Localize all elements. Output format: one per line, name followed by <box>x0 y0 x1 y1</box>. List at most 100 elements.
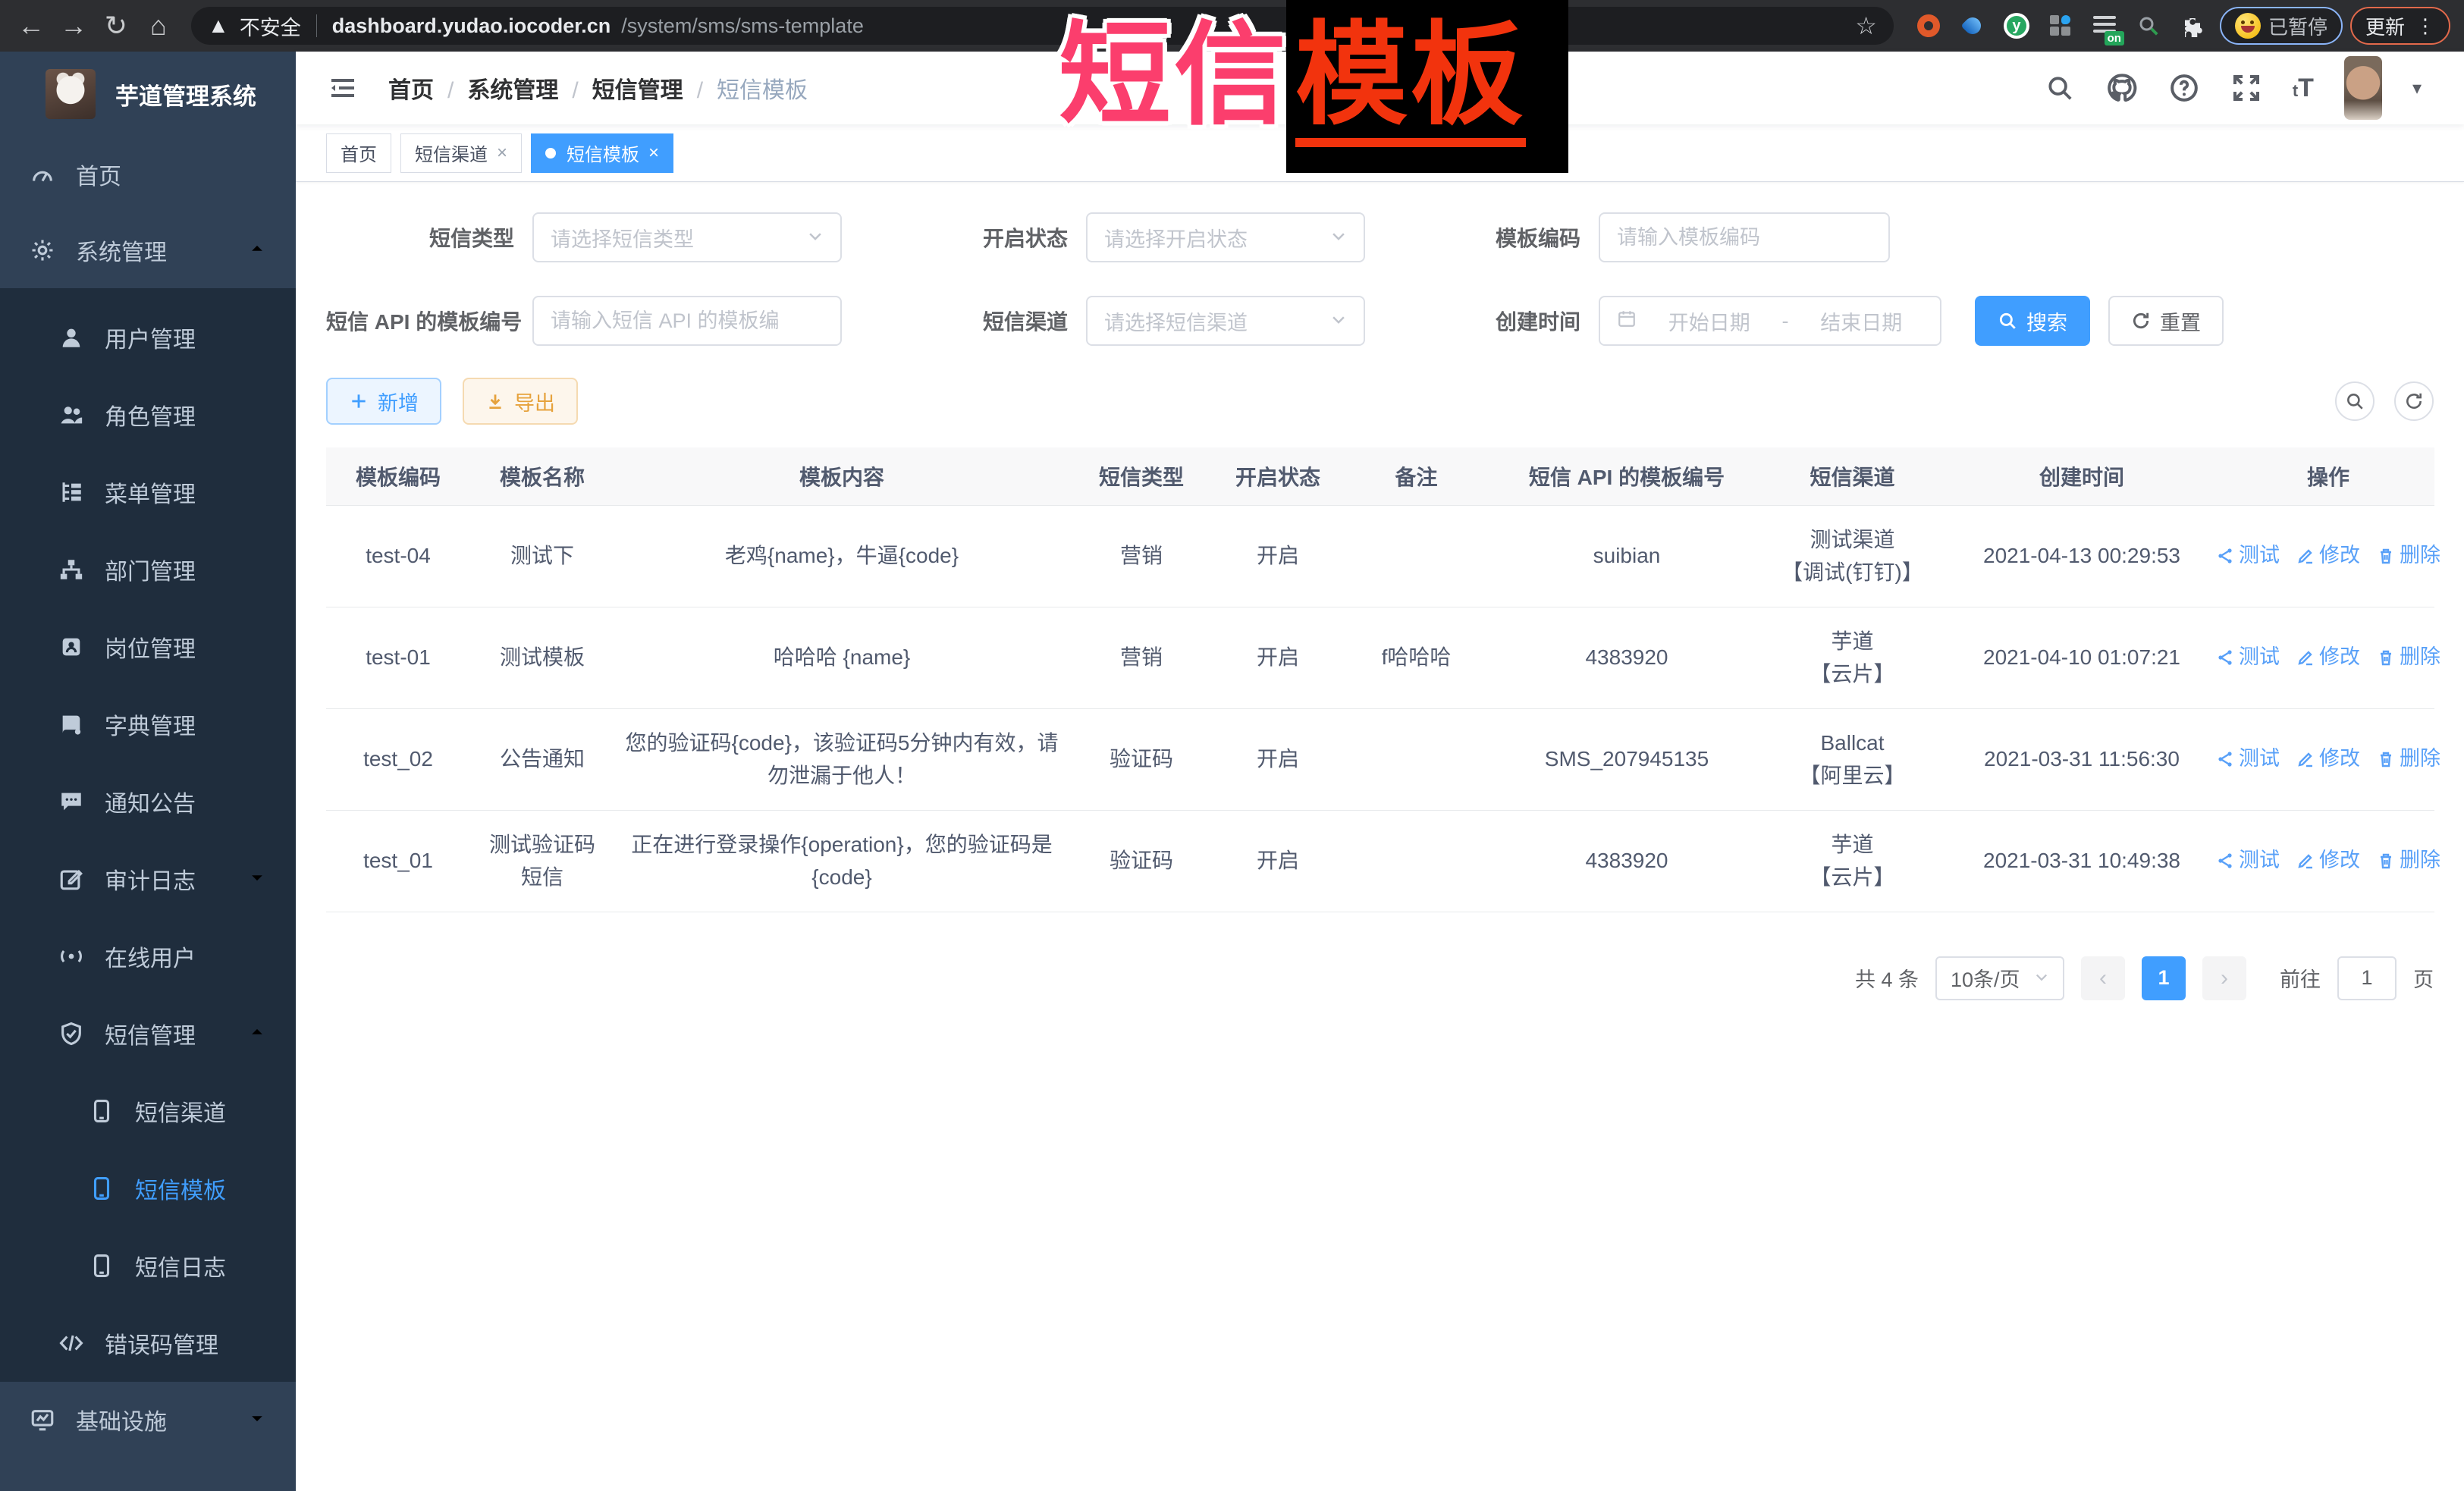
search-button[interactable]: 搜索 <box>1975 296 2090 346</box>
url-bar[interactable]: ▲ 不安全 dashboard.yudao.iocoder.cn /system… <box>191 7 1894 45</box>
delete-link[interactable]: 删除 <box>2377 743 2440 775</box>
browser-menu-icon[interactable]: ⋮ <box>2415 14 2435 38</box>
sidebar-item-notice[interactable]: 通知公告 <box>0 763 296 840</box>
avatar-caret-icon[interactable]: ▾ <box>2412 77 2422 99</box>
sidebar-item-menu-mgmt[interactable]: 菜单管理 <box>0 454 296 531</box>
search-icon[interactable] <box>2044 72 2076 104</box>
goto-page-input[interactable] <box>2337 956 2397 1000</box>
tag-sms-template[interactable]: 短信模板 × <box>531 133 673 173</box>
back-icon[interactable]: ← <box>14 8 49 43</box>
shield-check-icon <box>58 1020 85 1047</box>
api-template-id-input[interactable] <box>532 296 842 346</box>
table-row: test_02 公告通知 您的验证码{code}，该验证码5分钟内有效，请勿泄漏… <box>326 708 2434 810</box>
prev-page-button[interactable]: ‹ <box>2081 956 2125 1000</box>
breadcrumb: 首页 系统管理 短信管理 短信模板 <box>388 71 808 105</box>
start-date-placeholder: 开始日期 <box>1647 306 1772 336</box>
test-link[interactable]: 测试 <box>2216 540 2280 572</box>
system-submenu: 用户管理 角色管理 菜单管理 <box>0 288 296 1382</box>
delete-link[interactable]: 删除 <box>2377 845 2440 877</box>
edit-link[interactable]: 修改 <box>2296 845 2360 877</box>
sidebar-item-dict-mgmt[interactable]: 字典管理 <box>0 686 296 763</box>
sidebar-item-infra[interactable]: 基础设施 <box>0 1382 296 1458</box>
chevron-down-icon <box>1330 309 1347 333</box>
sidebar-item-audit-log[interactable]: 审计日志 <box>0 840 296 918</box>
edit-link[interactable]: 修改 <box>2296 540 2360 572</box>
forward-icon[interactable]: → <box>56 8 91 43</box>
page-size-select[interactable]: 10条/页 <box>1935 956 2064 1000</box>
channel-select[interactable]: 请选择短信渠道 <box>1086 296 1365 346</box>
monitor-icon <box>29 1406 56 1433</box>
extension-list-icon[interactable]: on <box>2091 12 2118 39</box>
breadcrumb-system[interactable]: 系统管理 <box>447 71 558 105</box>
sidebar-item-user-mgmt[interactable]: 用户管理 <box>0 299 296 376</box>
insecure-warning-icon: ▲ <box>208 14 229 38</box>
add-button[interactable]: 新增 <box>326 378 441 425</box>
sidebar-item-sms-log[interactable]: 短信日志 <box>0 1227 296 1304</box>
breadcrumb-sms[interactable]: 短信管理 <box>572 71 683 105</box>
collapse-sidebar-icon[interactable] <box>326 71 359 105</box>
template-code-input[interactable] <box>1599 212 1890 262</box>
close-icon[interactable]: × <box>497 143 507 164</box>
home-icon[interactable]: ⌂ <box>141 8 176 43</box>
sidebar-item-error-code[interactable]: 错误码管理 <box>0 1304 296 1382</box>
github-icon[interactable] <box>2106 72 2138 104</box>
end-date-placeholder: 结束日期 <box>1800 306 1924 336</box>
logo-image <box>46 69 96 119</box>
user-avatar[interactable] <box>2344 56 2382 120</box>
on-badge: on <box>2105 31 2124 46</box>
col-remark: 备注 <box>1342 447 1490 505</box>
test-link[interactable]: 测试 <box>2216 845 2280 877</box>
status-select[interactable]: 请选择开启状态 <box>1086 212 1365 262</box>
sms-type-select[interactable]: 请选择短信类型 <box>532 212 842 262</box>
chevron-up-icon <box>249 237 265 263</box>
sidebar: 芋道管理系统 首页 系统管理 <box>0 52 296 1491</box>
broadcast-icon <box>58 943 85 970</box>
tag-home[interactable]: 首页 <box>326 133 391 173</box>
sidebar-item-home[interactable]: 首页 <box>0 137 296 212</box>
sidebar-item-system-mgmt[interactable]: 系统管理 <box>0 212 296 288</box>
delete-link[interactable]: 删除 <box>2377 642 2440 673</box>
refresh-button[interactable] <box>2394 381 2434 421</box>
bookmark-star-icon[interactable]: ☆ <box>1855 11 1877 40</box>
close-icon[interactable]: × <box>648 143 659 164</box>
paused-label: 已暂停 <box>2268 12 2327 40</box>
next-page-button[interactable]: › <box>2202 956 2246 1000</box>
sidebar-item-sms-mgmt[interactable]: 短信管理 <box>0 995 296 1072</box>
help-icon[interactable] <box>2168 72 2200 104</box>
breadcrumb-home[interactable]: 首页 <box>388 71 434 105</box>
fullscreen-icon[interactable] <box>2230 72 2262 104</box>
pagination: 共 4 条 10条/页 ‹ 1 › 前往 页 <box>326 956 2434 1000</box>
browser-update-button[interactable]: 更新 ⋮ <box>2350 7 2450 45</box>
users-icon <box>58 401 85 428</box>
profile-paused-chip[interactable]: 已暂停 <box>2220 7 2343 45</box>
test-link[interactable]: 测试 <box>2216 743 2280 775</box>
sidebar-item-online-users[interactable]: 在线用户 <box>0 918 296 995</box>
create-time-range-picker[interactable]: 开始日期 - 结束日期 <box>1599 296 1941 346</box>
edit-link[interactable]: 修改 <box>2296 642 2360 673</box>
toggle-search-button[interactable] <box>2335 381 2375 421</box>
chevron-down-icon <box>1330 226 1347 250</box>
export-button[interactable]: 导出 <box>463 378 578 425</box>
edit-link[interactable]: 修改 <box>2296 743 2360 775</box>
reload-icon[interactable]: ↻ <box>99 8 133 43</box>
sms-type-label: 短信类型 <box>326 222 532 253</box>
extension-green-y-icon[interactable]: y <box>2003 12 2030 39</box>
delete-link[interactable]: 删除 <box>2377 540 2440 572</box>
sidebar-item-dept-mgmt[interactable]: 部门管理 <box>0 531 296 608</box>
test-link[interactable]: 测试 <box>2216 642 2280 673</box>
page-1-button[interactable]: 1 <box>2142 956 2186 1000</box>
extension-grid-icon[interactable] <box>2047 12 2074 39</box>
extension-adblock-icon[interactable] <box>1915 12 1942 39</box>
tag-sms-channel[interactable]: 短信渠道 × <box>400 133 522 173</box>
sidebar-item-post-mgmt[interactable]: 岗位管理 <box>0 608 296 686</box>
table-toolbar: 新增 导出 <box>326 378 2434 425</box>
sidebar-item-sms-template[interactable]: 短信模板 <box>0 1150 296 1227</box>
font-size-icon[interactable]: tT <box>2293 74 2314 103</box>
reset-button[interactable]: 重置 <box>2108 296 2224 346</box>
sidebar-item-role-mgmt[interactable]: 角色管理 <box>0 376 296 454</box>
extension-search-icon[interactable] <box>2135 12 2162 39</box>
sidebar-item-sms-channel[interactable]: 短信渠道 <box>0 1072 296 1150</box>
extension-drive-icon[interactable] <box>1959 12 1986 39</box>
api-template-id-label: 短信 API 的模板编号 <box>326 306 532 336</box>
extensions-puzzle-icon[interactable] <box>2179 12 2206 39</box>
